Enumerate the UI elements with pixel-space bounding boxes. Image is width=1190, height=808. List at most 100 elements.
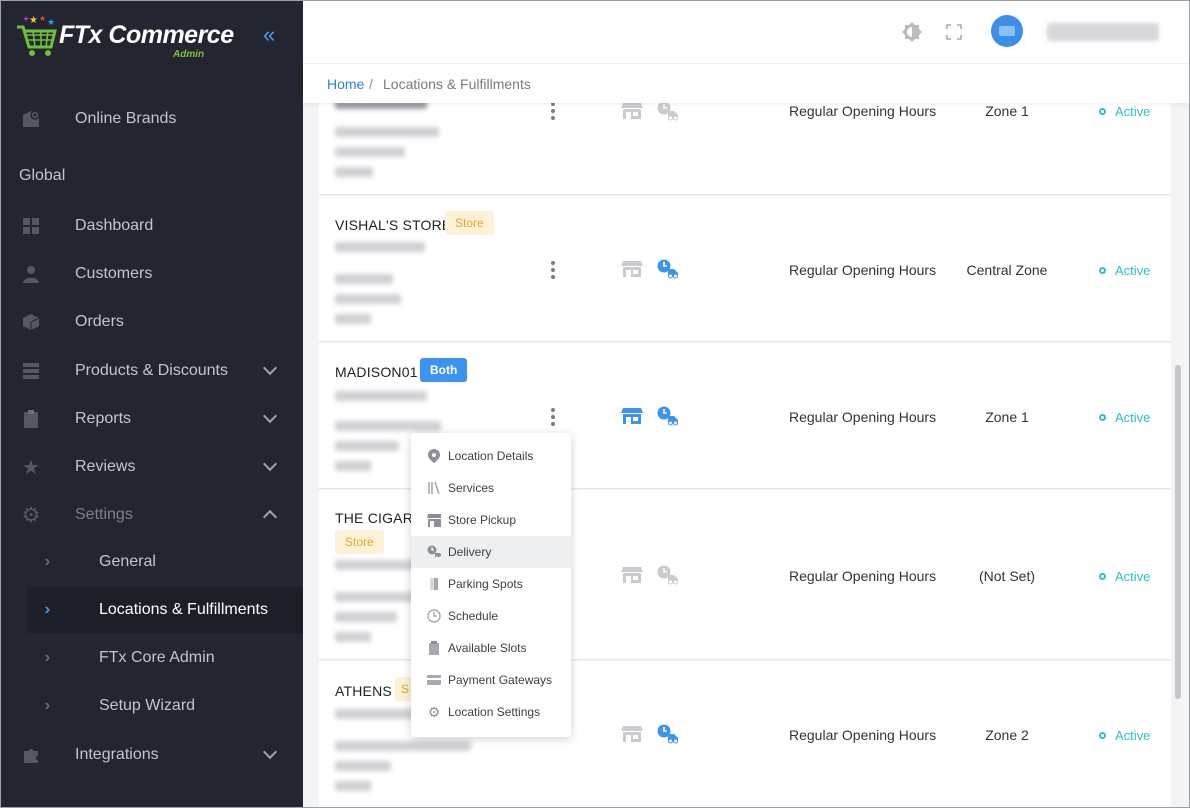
brand-name: FTx Commerce — [59, 21, 234, 49]
location-card: Regular Opening Hours Zone 1 Active — [319, 101, 1171, 195]
store-pickup-icon — [621, 565, 643, 585]
status-text: Active — [1115, 410, 1151, 425]
chevron-down-icon — [262, 360, 278, 376]
status-text: Active — [1115, 104, 1151, 119]
gear-icon: ⚙ — [427, 703, 441, 720]
location-address — [335, 632, 371, 642]
status-dot-icon — [1099, 573, 1106, 580]
delivery-icon — [657, 406, 679, 426]
location-address — [335, 147, 405, 157]
delivery-zone: Zone 2 — [985, 727, 1029, 743]
opening-hours: Regular Opening Hours — [789, 103, 937, 119]
sidebar-item-label: Setup Wizard — [99, 697, 196, 714]
opening-hours: Regular Opening Hours — [789, 409, 937, 425]
more-options-icon[interactable] — [551, 408, 555, 426]
location-type-badge: Store — [445, 211, 494, 235]
status-badge: Active — [1099, 728, 1150, 743]
sidebar-item-label: Orders — [75, 313, 124, 330]
location-address — [335, 461, 371, 471]
location-type-badge: Store — [335, 530, 384, 554]
location-name[interactable]: VISHAL'S STORE — [335, 217, 451, 233]
username[interactable] — [1047, 23, 1159, 41]
sidebar-item-label: General — [99, 553, 156, 570]
sidebar-item-label: Locations & Fulfillments — [99, 601, 268, 618]
menu-item-label: Services — [448, 481, 495, 495]
location-address — [335, 421, 441, 431]
status-badge: Active — [1099, 569, 1150, 584]
credit-card-icon — [427, 673, 441, 687]
opening-hours: Regular Opening Hours — [789, 262, 937, 278]
store-pickup-icon — [621, 101, 643, 121]
status-text: Active — [1115, 263, 1151, 278]
menu-item-services[interactable]: Services — [411, 472, 571, 504]
location-address — [335, 612, 397, 622]
status-dot-icon — [1099, 414, 1106, 421]
more-options-icon[interactable] — [551, 102, 555, 120]
sidebar-item-reports[interactable]: Reports — [1, 396, 303, 442]
menu-item-location-settings[interactable]: ⚙ Location Settings — [411, 696, 571, 728]
server-icon — [21, 361, 41, 381]
sidebar-subitem-locations-fulfillments[interactable]: ›› Locations & Fulfillments — [27, 587, 303, 633]
location-address — [335, 741, 471, 751]
menu-item-parking-spots[interactable]: Parking Spots — [411, 568, 571, 600]
location-address — [335, 441, 399, 451]
sidebar-item-settings[interactable]: ⚙ Settings — [1, 492, 303, 538]
location-address — [335, 294, 401, 304]
sidebar-item-dashboard[interactable]: Dashboard — [1, 203, 303, 249]
delivery-icon — [657, 101, 679, 121]
svg-text:★: ★ — [23, 15, 29, 23]
location-address — [335, 761, 391, 771]
svg-text:★: ★ — [47, 17, 55, 27]
sidebar: ★ ★ ★ ★ FTx Commerce Admin « Online Bran… — [1, 1, 303, 807]
location-address — [335, 781, 371, 791]
sidebar-item-label: Reviews — [75, 458, 136, 475]
sidebar-subitem-general[interactable]: ›› General — [1, 539, 303, 585]
location-name[interactable]: MADISON01 — [335, 364, 418, 380]
delivery-zone: Central Zone — [966, 262, 1048, 278]
sidebar-item-reviews[interactable]: ★ Reviews — [1, 444, 303, 490]
menu-item-payment-gateways[interactable]: Payment Gateways — [411, 664, 571, 696]
chevron-down-icon — [262, 744, 278, 760]
menu-item-label: Payment Gateways — [448, 673, 553, 687]
collapse-sidebar-icon[interactable]: « — [263, 24, 275, 46]
scrollbar[interactable] — [1175, 365, 1181, 699]
location-name[interactable]: THE CIGARE — [335, 510, 423, 526]
sidebar-item-label: Reports — [75, 410, 132, 427]
menu-item-schedule[interactable]: Schedule — [411, 600, 571, 632]
fullscreen-icon[interactable] — [945, 21, 965, 41]
store-pickup-icon — [621, 406, 643, 426]
sidebar-item-customers[interactable]: Customers — [1, 251, 303, 297]
opening-hours: Regular Opening Hours — [789, 727, 937, 743]
dashboard-icon — [21, 216, 41, 236]
svg-text:★: ★ — [39, 14, 46, 23]
sidebar-subitem-ftx-core-admin[interactable]: ›› FTx Core Admin — [1, 635, 303, 681]
top-bar — [303, 1, 1189, 63]
delivery-icon — [657, 259, 679, 279]
sidebar-item-products-discounts[interactable]: Products & Discounts — [1, 348, 303, 394]
status-badge: Active — [1099, 104, 1150, 119]
sidebar-item-online-brands[interactable]: Online Brands — [1, 96, 303, 142]
sidebar-item-label: Dashboard — [75, 217, 154, 234]
opening-hours: Regular Opening Hours — [789, 568, 937, 584]
sidebar-item-integrations[interactable]: Integrations — [1, 732, 303, 778]
menu-item-store-pickup[interactable]: Store Pickup — [411, 504, 571, 536]
brand-logo[interactable]: ★ ★ ★ ★ FTx Commerce Admin — [15, 7, 234, 63]
menu-item-delivery[interactable]: Delivery — [411, 536, 571, 568]
menu-item-available-slots[interactable]: Available Slots — [411, 632, 571, 664]
location-name[interactable]: ATHENS — [335, 683, 392, 699]
sidebar-subitem-setup-wizard[interactable]: ›› Setup Wizard — [1, 683, 303, 729]
location-phone — [335, 391, 427, 401]
more-options-icon[interactable] — [551, 261, 555, 279]
delivery-zone: (Not Set) — [978, 568, 1035, 584]
status-dot-icon — [1099, 732, 1106, 739]
sidebar-item-label: Online Brands — [75, 110, 177, 127]
menu-item-location-details[interactable]: Location Details — [411, 440, 571, 472]
chevron-down-icon — [262, 408, 278, 424]
delivery-icon — [657, 724, 679, 744]
breadcrumb-home-link[interactable]: Home — [327, 76, 364, 92]
location-address — [335, 274, 393, 284]
theme-toggle-icon[interactable] — [901, 21, 922, 42]
avatar[interactable] — [991, 15, 1023, 47]
brand-subtitle: Admin — [173, 49, 205, 60]
sidebar-item-orders[interactable]: Orders — [1, 299, 303, 345]
